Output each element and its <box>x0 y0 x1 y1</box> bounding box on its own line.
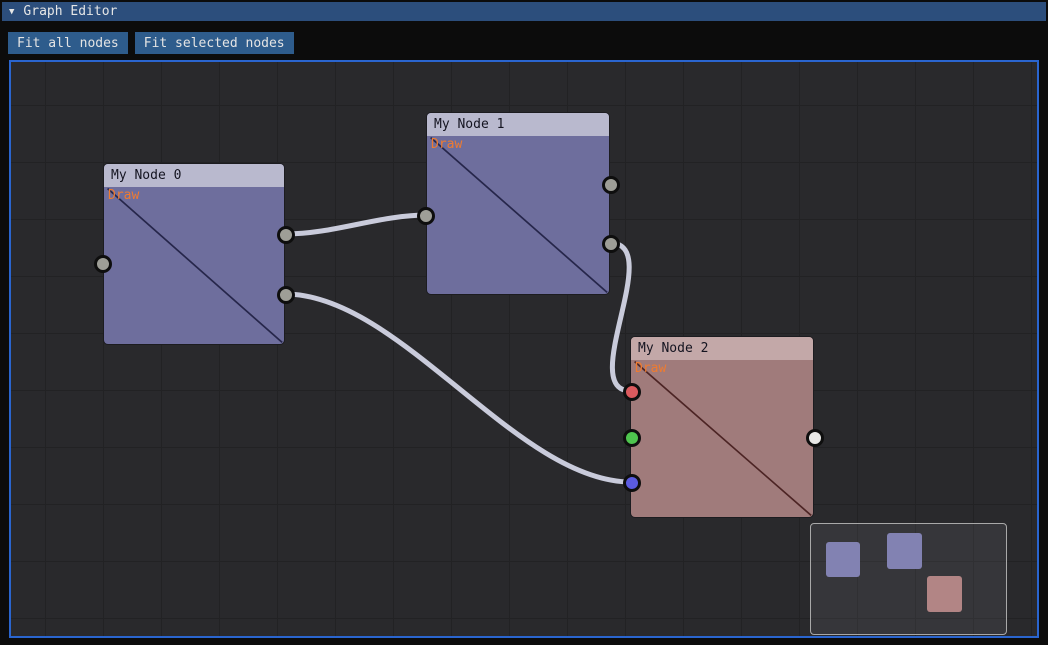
node2-input-pin-green[interactable] <box>623 429 641 447</box>
node0-output-pin-0[interactable] <box>277 226 295 244</box>
node-diagonal-line <box>427 136 609 294</box>
node-header[interactable]: My Node 1 <box>427 113 609 136</box>
minimap-node-0 <box>826 542 860 577</box>
node-my-node-0[interactable]: My Node 0 Draw <box>103 163 285 345</box>
node-body: Draw <box>104 187 284 344</box>
minimap-node-2 <box>927 576 962 612</box>
node1-input-pin[interactable] <box>417 207 435 225</box>
toolbar: Fit all nodes Fit selected nodes <box>8 32 294 54</box>
node-header[interactable]: My Node 0 <box>104 164 284 187</box>
collapse-arrow-icon[interactable]: ▼ <box>9 7 14 17</box>
node0-output-pin-1[interactable] <box>277 286 295 304</box>
minimap[interactable] <box>810 523 1007 635</box>
node-my-node-2[interactable]: My Node 2 Draw <box>630 336 814 518</box>
node-body: Draw <box>631 360 813 517</box>
node-diagonal-line <box>104 187 284 344</box>
node-title: My Node 1 <box>434 117 504 132</box>
node2-output-pin[interactable] <box>806 429 824 447</box>
node-title: My Node 2 <box>638 341 708 356</box>
draw-label: Draw <box>431 137 462 152</box>
fit-selected-nodes-button[interactable]: Fit selected nodes <box>135 32 294 54</box>
link-node1-out1-to-node2-red[interactable] <box>610 243 631 391</box>
node1-output-pin-1[interactable] <box>602 235 620 253</box>
fit-all-nodes-button[interactable]: Fit all nodes <box>8 32 128 54</box>
link-node0-out0-to-node1-in[interactable] <box>285 215 428 234</box>
node1-output-pin-0[interactable] <box>602 176 620 194</box>
node-title: My Node 0 <box>111 168 181 183</box>
window-titlebar[interactable]: ▼ Graph Editor <box>2 2 1046 21</box>
window-title: Graph Editor <box>23 4 117 19</box>
node-editor-canvas[interactable]: My Node 0 Draw My Node 1 Draw My Node 2 <box>9 60 1039 638</box>
minimap-node-1 <box>887 533 922 569</box>
node2-input-pin-blue[interactable] <box>623 474 641 492</box>
draw-label: Draw <box>108 188 139 203</box>
node-diagonal-line <box>631 360 813 517</box>
link-node0-out1-to-node2-blue[interactable] <box>285 294 631 482</box>
node0-input-pin[interactable] <box>94 255 112 273</box>
draw-label: Draw <box>635 361 666 376</box>
node-my-node-1[interactable]: My Node 1 Draw <box>426 112 610 295</box>
node2-input-pin-red[interactable] <box>623 383 641 401</box>
node-body: Draw <box>427 136 609 294</box>
node-header[interactable]: My Node 2 <box>631 337 813 360</box>
